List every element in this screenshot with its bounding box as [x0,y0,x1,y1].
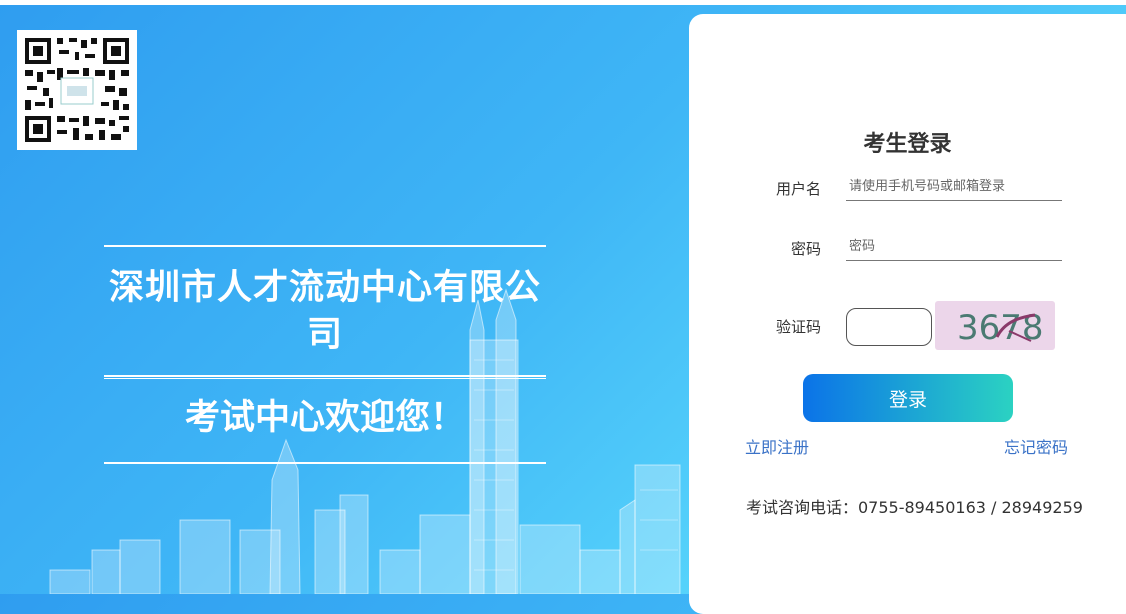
username-label: 用户名 [775,180,821,198]
company-name: 深圳市人才流动中心有限公司 [108,268,541,355]
login-panel: 考生登录 用户名 密码 验证码 3678 登录 立即注册 忘记密码 考试咨询电话… [689,14,1126,614]
username-input[interactable] [846,172,1062,201]
login-button[interactable]: 登录 [803,374,1013,422]
qr-code [17,30,137,150]
captcha-graphic: 3678 [957,308,1044,348]
password-label: 密码 [790,240,821,258]
password-input[interactable] [846,232,1062,261]
forgot-password-link[interactable]: 忘记密码 [1004,434,1068,458]
welcome-subtitle: 考试中心欢迎您！ [184,398,465,438]
login-title: 考生登录 [863,132,952,157]
qr-code-icon [17,30,137,150]
divider-bottom [104,462,546,464]
welcome-block: 深圳市人才流动中心有限公司 考试中心欢迎您！ [104,245,546,464]
captcha-image[interactable]: 3678 [935,301,1055,350]
consult-phone: 考试咨询电话：0755-89450163 / 28949259 [746,498,1083,517]
captcha-label: 验证码 [775,318,821,336]
captcha-input[interactable] [846,308,932,346]
register-link[interactable]: 立即注册 [745,434,809,458]
captcha-text: 3678 [957,308,1044,348]
